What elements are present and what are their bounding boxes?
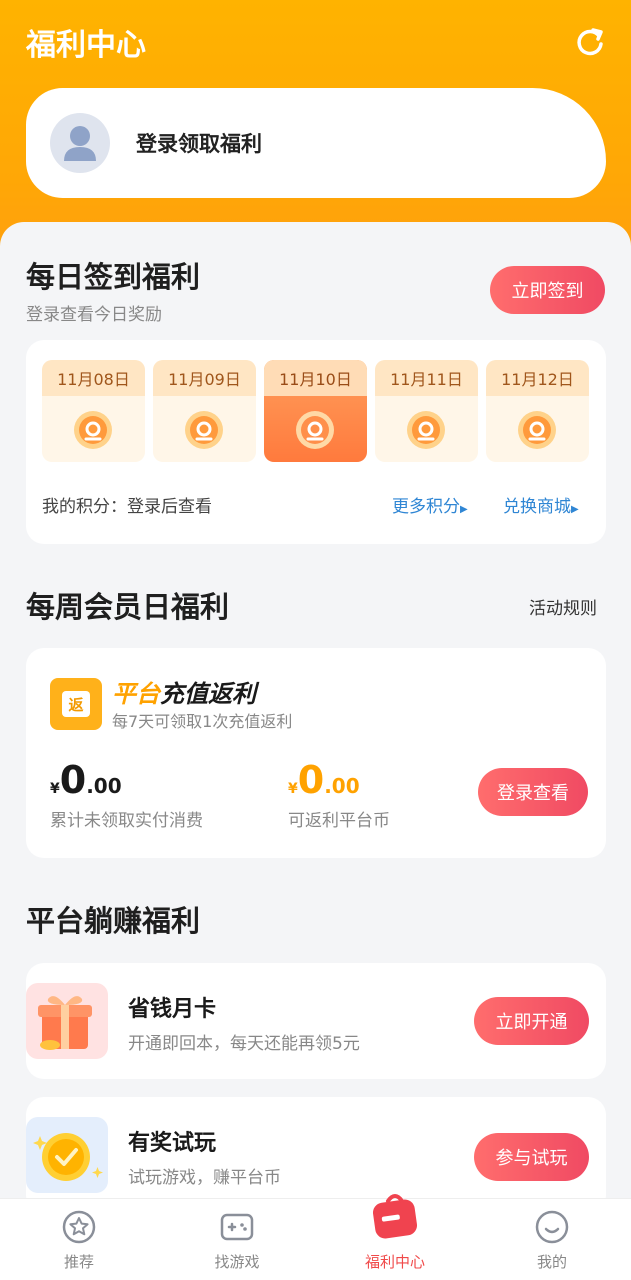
unclaimed-label: 累计未领取实付消费 [50, 811, 203, 831]
bottom-tab-bar: 推荐 找游戏 福利中心 我的 [0, 1194, 631, 1280]
coin-icon [185, 411, 223, 449]
amount-integer: 0 [59, 758, 87, 802]
checkin-button[interactable]: 立即签到 [490, 266, 605, 314]
rebate-title-highlight: 平台 [112, 680, 160, 708]
tab-label: 推荐 [63, 1253, 94, 1271]
checkin-card: 11月08日 11月09日 11月10日 11月11日 11月12日 我的积分：… [26, 340, 606, 544]
rebate-label: 可返利平台币 [288, 811, 390, 831]
checkin-day[interactable]: 11月12日 [486, 360, 589, 462]
coin-icon [74, 411, 112, 449]
tab-label: 找游戏 [214, 1253, 260, 1271]
tab-find-games[interactable]: 找游戏 [158, 1199, 316, 1280]
day-date: 11月08日 [42, 360, 145, 396]
coin-icon [407, 411, 445, 449]
day-date: 11月10日 [264, 360, 367, 396]
rebate-amount: ¥0.00 [288, 758, 360, 802]
item-title: 有奖试玩 [128, 1131, 217, 1156]
checkin-day-today[interactable]: 11月10日 [264, 360, 367, 462]
trial-play-item[interactable]: 有奖试玩 试玩游戏，赚平台币 参与试玩 [26, 1097, 606, 1213]
smile-face-icon [535, 1210, 569, 1244]
unclaimed-amount: ¥0.00 [50, 758, 122, 802]
checkin-day[interactable]: 11月09日 [153, 360, 256, 462]
chevron-right-icon: ▶ [460, 504, 468, 515]
more-points-label: 更多积分 [392, 497, 460, 517]
page-title: 福利中心 [26, 28, 146, 63]
coin-icon [518, 411, 556, 449]
amount-decimal: .00 [324, 774, 360, 798]
my-points: 我的积分：登录后查看 [42, 497, 212, 517]
currency-symbol: ¥ [50, 781, 60, 797]
day-date: 11月09日 [153, 360, 256, 396]
more-points-link[interactable]: 更多积分▶ [392, 492, 468, 517]
amount-decimal: .00 [86, 774, 122, 798]
exchange-mall-link[interactable]: 兑换商城▶ [503, 492, 579, 517]
exchange-mall-label: 兑换商城 [503, 497, 571, 517]
monthly-card-item[interactable]: 省钱月卡 开通即回本，每天还能再领5元 立即开通 [26, 963, 606, 1079]
rebate-title-rest: 充值返利 [160, 680, 256, 708]
rebate-subtitle: 每7天可领取1次充值返利 [112, 712, 293, 731]
item-subtitle: 开通即回本，每天还能再领5元 [128, 1034, 360, 1054]
day-date: 11月11日 [375, 360, 478, 396]
rules-link[interactable]: 活动规则 [529, 594, 597, 619]
activate-button[interactable]: 立即开通 [474, 997, 589, 1045]
amount-integer: 0 [297, 758, 325, 802]
rebate-logo-icon: 返 [50, 678, 102, 730]
weekly-title: 每周会员日福利 [26, 590, 230, 624]
rebate-card: 返 平台充值返利 每7天可领取1次充值返利 ¥0.00 累计未领取实付消费 ¥0… [26, 648, 606, 858]
checkin-day[interactable]: 11月11日 [375, 360, 478, 462]
gold-coin-icon [26, 1117, 108, 1193]
tab-label: 我的 [536, 1253, 567, 1271]
gift-box-icon [26, 983, 108, 1059]
earn-title: 平台躺赚福利 [26, 904, 201, 938]
tab-welfare-center[interactable]: 福利中心 [316, 1194, 474, 1280]
checkin-title: 每日签到福利 [26, 260, 201, 294]
rebate-title: 平台充值返利 [112, 674, 256, 709]
gamepad-icon [220, 1213, 254, 1241]
day-date: 11月12日 [486, 360, 589, 396]
user-avatar-icon [50, 113, 110, 173]
tab-label: 福利中心 [364, 1253, 425, 1271]
coin-icon [296, 411, 334, 449]
refresh-icon[interactable] [572, 24, 608, 60]
login-view-button[interactable]: 登录查看 [478, 768, 588, 816]
chevron-right-icon: ▶ [571, 504, 579, 515]
checkin-day[interactable]: 11月08日 [42, 360, 145, 462]
login-prompt[interactable]: 登录领取福利 [136, 128, 262, 158]
trial-button[interactable]: 参与试玩 [474, 1133, 589, 1181]
rebate-logo-char: 返 [62, 691, 90, 717]
tab-recommend[interactable]: 推荐 [0, 1199, 158, 1280]
login-card[interactable]: 登录领取福利 [26, 88, 606, 198]
currency-symbol: ¥ [288, 781, 298, 797]
gift-icon [372, 1194, 418, 1239]
item-subtitle: 试玩游戏，赚平台币 [128, 1168, 281, 1188]
tab-mine[interactable]: 我的 [473, 1199, 631, 1280]
star-icon [62, 1210, 96, 1244]
checkin-subtitle: 登录查看今日奖励 [26, 305, 162, 325]
item-title: 省钱月卡 [128, 997, 217, 1022]
